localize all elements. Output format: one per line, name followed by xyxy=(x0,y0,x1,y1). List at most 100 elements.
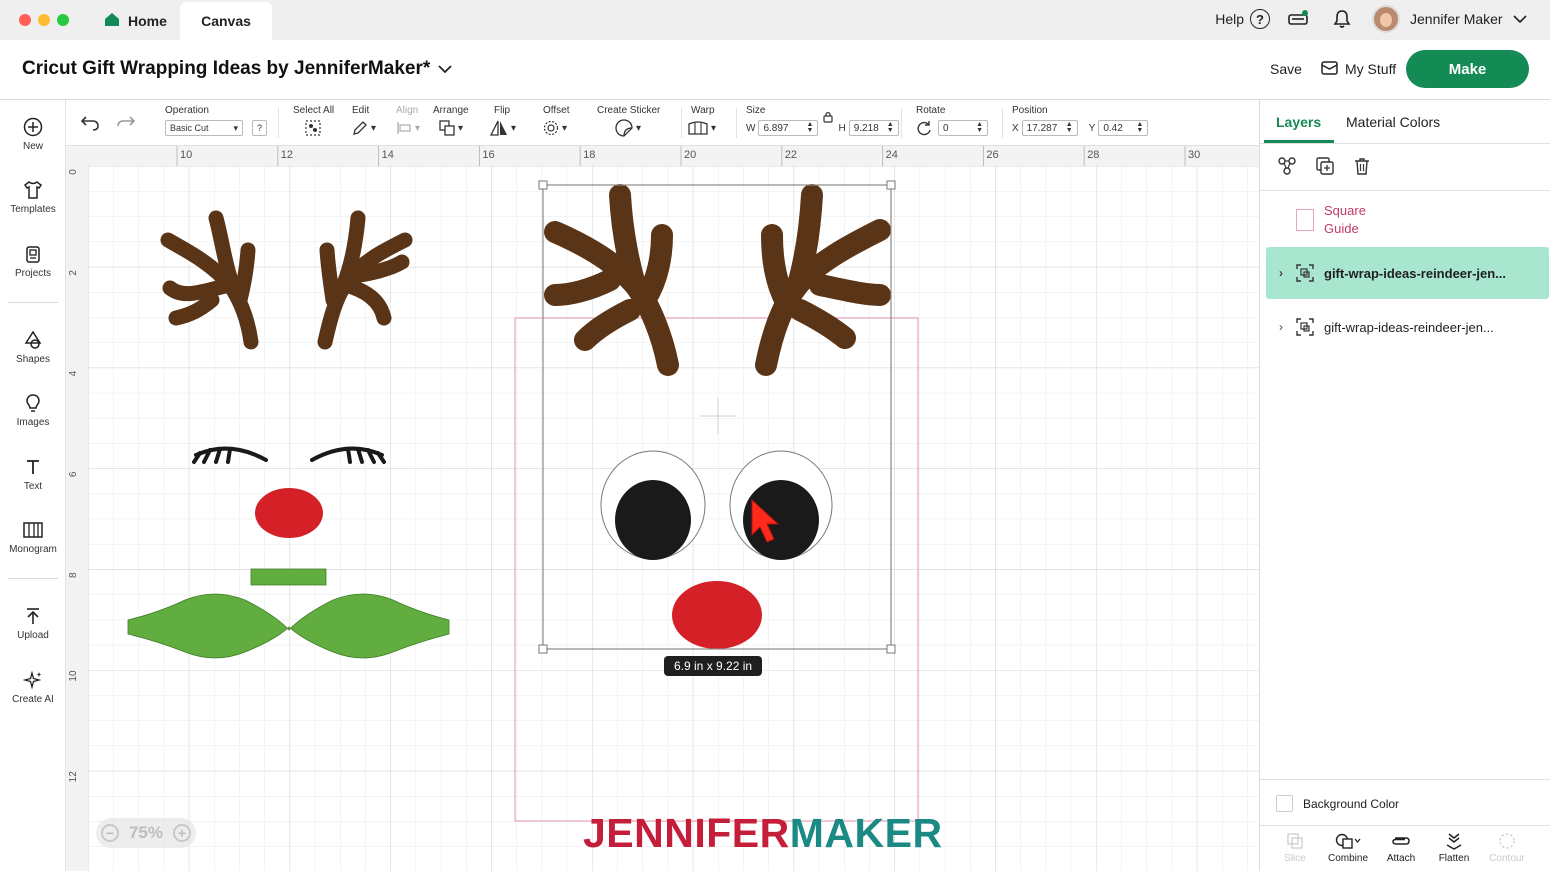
stepper-arrows-icon[interactable]: ▲ ▼ xyxy=(1136,121,1143,134)
layer-group-row[interactable]: › gift-wrap-ideas-reindeer-jen... xyxy=(1266,307,1549,347)
chevron-right-icon[interactable]: › xyxy=(1266,320,1296,334)
background-color-toggle[interactable]: Background Color xyxy=(1276,795,1399,812)
ruler-top xyxy=(66,146,1259,166)
combine-button[interactable]: Combine xyxy=(1323,832,1373,864)
operation-help-button[interactable]: ? xyxy=(252,120,267,136)
stepper-arrows-icon[interactable]: ▲ ▼ xyxy=(976,121,983,134)
sidebar-item-templates[interactable]: Templates xyxy=(0,180,66,215)
sidebar-item-shapes[interactable]: Shapes xyxy=(0,330,66,365)
make-button[interactable]: Make xyxy=(1406,50,1529,88)
sidebar-item-images[interactable]: Images xyxy=(0,393,66,428)
layer-square-guide[interactable]: Square Guide xyxy=(1266,200,1549,240)
background-color-checkbox[interactable] xyxy=(1276,795,1293,812)
zoom-level: 75% xyxy=(128,823,163,842)
selected-nose[interactable] xyxy=(672,581,762,649)
toolbar-divider xyxy=(681,108,682,138)
group-icon[interactable] xyxy=(1277,156,1297,181)
stepper-arrows-icon[interactable]: ▲ ▼ xyxy=(1066,121,1073,134)
rotate-input[interactable]: 0 ▲ ▼ xyxy=(938,120,988,136)
offset-button[interactable]: Offset ▾ xyxy=(543,105,570,136)
window-minimize-button[interactable] xyxy=(38,14,50,26)
save-button[interactable]: Save xyxy=(1270,61,1302,77)
project-title-menu[interactable]: Cricut Gift Wrapping Ideas by JenniferMa… xyxy=(22,58,452,80)
help-button[interactable]: Help ? xyxy=(1215,9,1270,29)
x-input[interactable]: 17.287 ▲ ▼ xyxy=(1021,120,1078,136)
tab-material-colors[interactable]: Material Colors xyxy=(1346,114,1440,130)
ruler-left-label: 0 xyxy=(68,169,79,175)
toolbar-divider xyxy=(901,108,902,138)
resize-handle[interactable] xyxy=(538,644,548,654)
y-input[interactable]: 0.42 ▲ ▼ xyxy=(1098,120,1149,136)
flip-button[interactable]: Flip ▾ xyxy=(490,105,516,136)
operation-select[interactable]: Basic Cut ▾ xyxy=(165,120,243,136)
bell-icon[interactable] xyxy=(1332,9,1352,34)
stepper-arrows-icon[interactable]: ▲ ▼ xyxy=(807,121,814,134)
sidebar-item-new[interactable]: New xyxy=(0,117,66,152)
trash-icon[interactable] xyxy=(1352,156,1372,181)
sidebar-item-upload[interactable]: Upload xyxy=(0,606,66,641)
window-zoom-button[interactable] xyxy=(57,14,69,26)
resize-handle[interactable] xyxy=(886,644,896,654)
tab-layers[interactable]: Layers xyxy=(1276,114,1321,130)
layer-name: gift-wrap-ideas-reindeer-jen... xyxy=(1324,265,1507,281)
tab-home[interactable]: Home xyxy=(92,2,179,40)
group-layer-icon xyxy=(1296,318,1314,336)
design-canvas[interactable]: 10 12 14 16 18 20 22 24 26 28 30 0 2 4 6 8 10 12 xyxy=(66,146,1259,871)
height-input[interactable]: 9.218 ▲ ▼ xyxy=(848,120,899,136)
sidebar-item-text[interactable]: Text xyxy=(0,457,66,492)
plus-circle-icon xyxy=(23,117,43,137)
create-sticker-button[interactable]: Create Sticker ▾ xyxy=(597,105,661,137)
create-sticker-label: Create Sticker xyxy=(597,105,661,116)
zoom-in-button[interactable]: + xyxy=(172,824,191,842)
width-input[interactable]: 6.897 ▲ ▼ xyxy=(758,120,819,136)
mystuff-label: My Stuff xyxy=(1345,61,1397,77)
duplicate-icon[interactable] xyxy=(1315,156,1335,181)
user-menu[interactable]: Jennifer Maker xyxy=(1372,5,1527,33)
flatten-button[interactable]: Flatten xyxy=(1429,832,1479,864)
sidebar-item-projects[interactable]: Projects xyxy=(0,244,66,279)
layer-group-row[interactable]: › gift-wrap-ideas-reindeer-jen... xyxy=(1266,247,1549,299)
resize-handle[interactable] xyxy=(886,180,896,190)
select-all-button[interactable]: Select All xyxy=(293,105,334,136)
resize-handle[interactable] xyxy=(538,180,548,190)
home-icon xyxy=(104,12,120,30)
undo-icon[interactable] xyxy=(80,114,100,137)
machine-icon[interactable] xyxy=(1287,9,1309,34)
chevron-right-icon[interactable]: › xyxy=(1266,266,1296,280)
sidebar-item-label: Templates xyxy=(10,204,56,215)
zoom-out-button[interactable]: − xyxy=(100,824,119,842)
sidebar-item-create-ai[interactable]: Create AI xyxy=(0,670,66,705)
select-all-label: Select All xyxy=(293,105,335,116)
arrange-button[interactable]: Arrange ▾ xyxy=(433,105,469,136)
caret-down-icon: ▾ xyxy=(458,122,464,134)
flip-label: Flip xyxy=(494,105,511,116)
user-name: Jennifer Maker xyxy=(1410,11,1503,27)
lock-icon[interactable] xyxy=(823,111,834,126)
stepper-arrows-icon[interactable]: ▲ ▼ xyxy=(887,121,894,134)
attach-button[interactable]: Attach xyxy=(1376,832,1426,864)
warp-button[interactable]: Warp ▾ xyxy=(688,105,716,136)
pupil-left[interactable] xyxy=(615,480,691,560)
sidebar-item-label: Images xyxy=(16,417,50,428)
ruler-top-label: 24 xyxy=(886,149,898,161)
window-close-button[interactable] xyxy=(19,14,31,26)
canvas-svg[interactable]: 10 12 14 16 18 20 22 24 26 28 30 024681012 xyxy=(66,146,1259,871)
ruler-left-label: 10 xyxy=(68,670,79,682)
tab-canvas[interactable]: Canvas xyxy=(180,2,272,40)
align-button[interactable]: Align ▾ xyxy=(396,105,420,136)
loose-bow-band[interactable] xyxy=(250,568,327,586)
edit-button[interactable]: Edit ▾ xyxy=(352,105,376,136)
sidebar-item-monogram[interactable]: Monogram xyxy=(0,520,66,555)
layer-name: gift-wrap-ideas-reindeer-jen... xyxy=(1324,319,1494,335)
width-label: W xyxy=(746,122,756,134)
contour-button[interactable]: Contour xyxy=(1482,832,1532,864)
ruler-top-label: 16 xyxy=(482,149,494,161)
loose-nose[interactable] xyxy=(255,488,323,538)
slice-button[interactable]: Slice xyxy=(1270,832,1320,864)
watermark-logo: JENNIFERMAKER xyxy=(583,810,943,857)
my-stuff-button[interactable]: My Stuff xyxy=(1321,60,1396,78)
offset-icon xyxy=(543,120,559,136)
redo-icon[interactable] xyxy=(116,114,136,137)
ruler-left-label: 2 xyxy=(68,270,79,276)
ruler-left-label: 8 xyxy=(68,572,79,578)
